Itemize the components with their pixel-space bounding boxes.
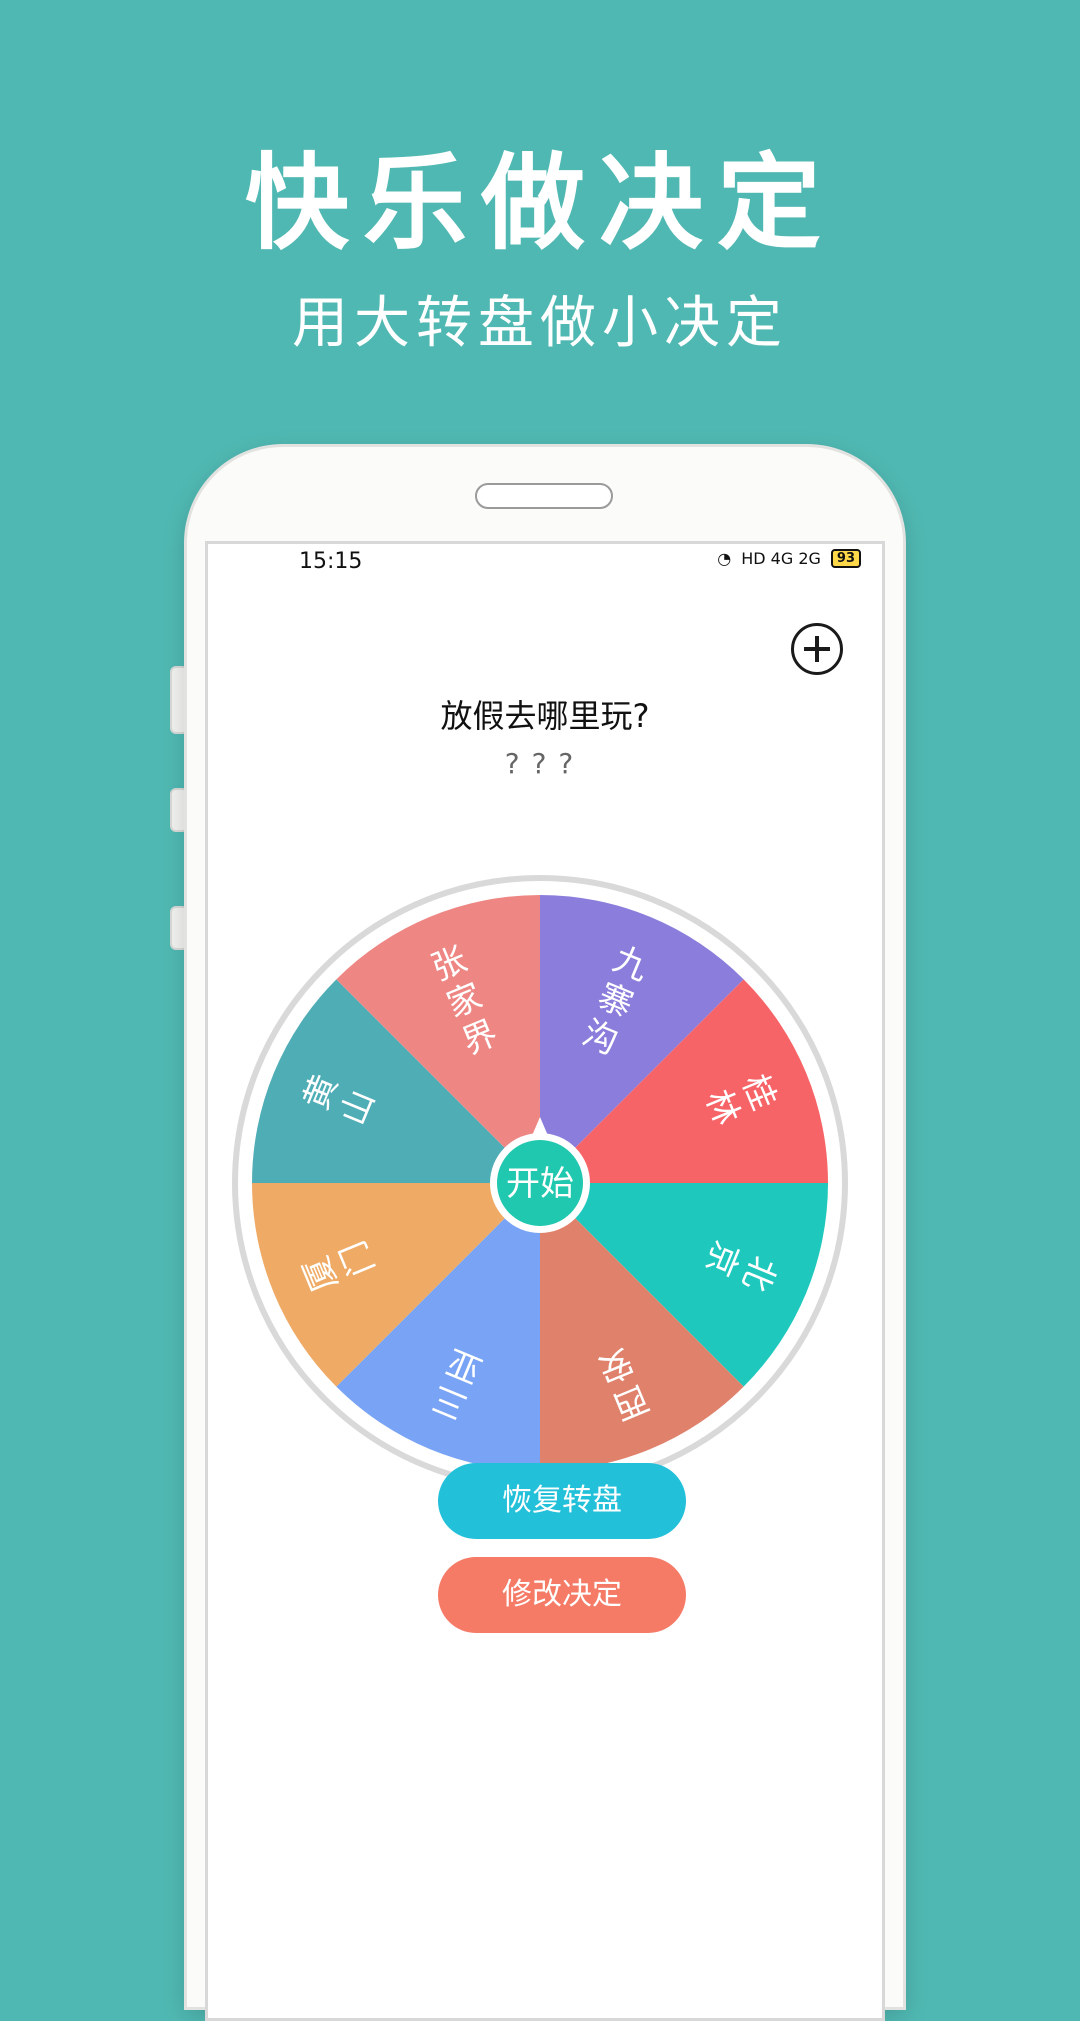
spin-wheel[interactable]: 九寨沟桂林北京西安三亚厦门黄山张家界 开始 <box>230 873 850 1493</box>
promo-subtitle: 用大转盘做小决定 <box>292 291 788 356</box>
add-decision-button[interactable] <box>791 623 843 675</box>
network-indicator: HD 4G 2G <box>741 549 821 568</box>
status-time: 15:15 <box>299 549 363 574</box>
start-label[interactable]: 开始 <box>506 1164 574 1204</box>
phone-side-button-2 <box>172 790 186 830</box>
wifi-icon: ◔ <box>717 549 732 568</box>
promo-title: 快乐做决定 <box>244 142 835 264</box>
battery-icon: 93 <box>830 549 861 568</box>
phone-speaker <box>475 483 613 509</box>
question-title: 放假去哪里玩? <box>440 697 650 735</box>
restore-wheel-button[interactable]: 恢复转盘 <box>438 1463 686 1539</box>
phone-side-button-3 <box>172 908 186 948</box>
app-screen: 15:15 ◔ HD 4G 2G 93 放假去哪里玩? ??? 九寨沟桂林北京西… <box>205 541 885 2021</box>
phone-side-button-1 <box>172 668 186 732</box>
status-icons: ◔ HD 4G 2G 93 <box>717 549 861 568</box>
phone-frame: 15:15 ◔ HD 4G 2G 93 放假去哪里玩? ??? 九寨沟桂林北京西… <box>187 447 903 2021</box>
wheel-graphic: 九寨沟桂林北京西安三亚厦门黄山张家界 开始 <box>232 875 848 1491</box>
modify-decision-button[interactable]: 修改决定 <box>438 1557 686 1633</box>
question-answer: ??? <box>504 747 586 780</box>
